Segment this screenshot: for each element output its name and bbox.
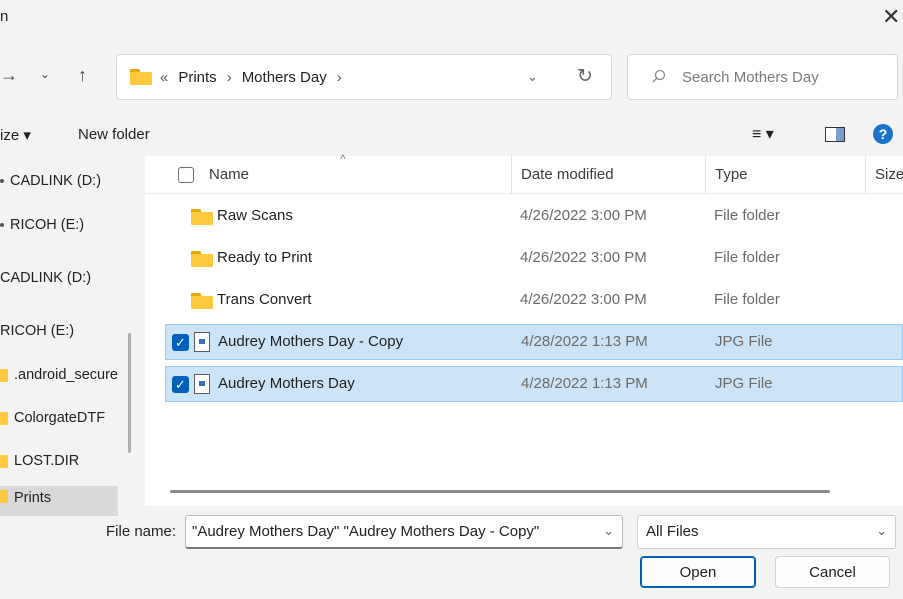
open-button[interactable]: Open xyxy=(640,556,756,588)
breadcrumb-mothers-day[interactable]: Mothers Day xyxy=(242,69,327,86)
sidebar-item-label: ColorgateDTF xyxy=(14,410,106,426)
close-icon[interactable]: ✕ xyxy=(882,6,900,28)
folder-icon xyxy=(0,454,8,468)
sort-ascending-icon: ^ xyxy=(340,152,346,166)
file-name: Audrey Mothers Day xyxy=(218,375,355,392)
column-name[interactable]: Name xyxy=(209,166,249,183)
sidebar-item-label: LOST.DIR xyxy=(14,453,80,469)
file-type: File folder xyxy=(714,207,780,224)
file-name-label: File name: xyxy=(106,523,177,540)
search-input[interactable]: Search Mothers Day xyxy=(682,69,819,86)
file-date: 4/28/2022 1:13 PM xyxy=(521,333,648,350)
chevron-down-icon[interactable]: ⌄ xyxy=(603,523,614,539)
sidebar-item-prints[interactable]: Prints xyxy=(0,490,51,508)
column-divider[interactable] xyxy=(705,156,706,194)
new-folder-button[interactable]: New folder xyxy=(78,126,150,143)
file-row-ready-to-print[interactable]: Ready to Print 4/26/2022 3:00 PM File fo… xyxy=(165,241,903,277)
sidebar-item-label: RICOH (E:) xyxy=(0,323,75,339)
file-name-value: "Audrey Mothers Day" "Audrey Mothers Day… xyxy=(192,523,540,540)
organize-button[interactable]: ize ▾ xyxy=(0,126,31,144)
sidebar-item-lost-dir[interactable]: LOST.DIR xyxy=(0,446,79,476)
breadcrumb-prints[interactable]: Prints xyxy=(178,69,216,86)
sidebar-scrollbar[interactable] xyxy=(128,333,131,453)
file-date: 4/26/2022 3:00 PM xyxy=(520,291,647,308)
file-type-filter[interactable]: All Files ⌄ xyxy=(637,515,896,549)
folder-icon xyxy=(191,293,213,309)
column-divider[interactable] xyxy=(511,156,512,194)
file-row-audrey[interactable]: ✓ Audrey Mothers Day 4/28/2022 1:13 PM J… xyxy=(165,366,903,402)
file-name: Raw Scans xyxy=(217,207,293,224)
file-type: JPG File xyxy=(715,375,773,392)
address-dropdown-icon[interactable]: ⌄ xyxy=(527,69,538,85)
address-bar[interactable]: « Prints › Mothers Day › ⌄ ↻ xyxy=(116,54,612,100)
sidebar-item-label: CADLINK (D:) xyxy=(0,270,92,286)
folder-icon xyxy=(191,251,213,267)
help-icon[interactable]: ? xyxy=(873,124,893,144)
file-name-field[interactable]: "Audrey Mothers Day" "Audrey Mothers Day… xyxy=(185,515,623,549)
sidebar-item-ricoh[interactable]: RICOH (E:) xyxy=(0,210,84,240)
column-header-row: ^ Name Date modified Type Size xyxy=(145,152,903,194)
file-row-audrey-copy[interactable]: ✓ Audrey Mothers Day - Copy 4/28/2022 1:… xyxy=(165,324,903,360)
folder-icon xyxy=(0,368,8,382)
search-box[interactable]: Search Mothers Day xyxy=(627,54,898,100)
sidebar-item-cadlink-2[interactable]: CADLINK (D:) xyxy=(0,263,91,293)
file-date: 4/26/2022 3:00 PM xyxy=(520,207,647,224)
cancel-button[interactable]: Cancel xyxy=(775,556,890,588)
refresh-icon[interactable]: ↻ xyxy=(577,65,593,88)
file-type: File folder xyxy=(714,291,780,308)
folder-icon xyxy=(191,209,213,225)
folder-icon xyxy=(130,69,152,85)
folder-icon xyxy=(0,490,8,503)
select-all-checkbox[interactable] xyxy=(178,167,194,183)
sidebar-item-cadlink[interactable]: CADLINK (D:) xyxy=(0,166,101,196)
image-file-icon xyxy=(194,332,210,352)
up-arrow-icon[interactable]: ↑ xyxy=(78,66,87,84)
checkbox-checked-icon[interactable]: ✓ xyxy=(172,376,189,393)
drive-icon xyxy=(0,223,4,227)
breadcrumb-separator: › xyxy=(226,68,232,86)
file-date: 4/26/2022 3:00 PM xyxy=(520,249,647,266)
back-arrow-icon[interactable]: → xyxy=(0,66,18,84)
file-list: ^ Name Date modified Type Size Raw Scans… xyxy=(145,152,903,506)
drive-icon xyxy=(0,179,4,183)
file-name: Ready to Print xyxy=(217,249,313,266)
window-title: n xyxy=(0,8,9,25)
column-divider[interactable] xyxy=(865,156,866,194)
file-date: 4/28/2022 1:13 PM xyxy=(521,375,648,392)
chevron-down-icon: ⌄ xyxy=(876,523,887,538)
sidebar-item-label: CADLINK (D:) xyxy=(10,173,102,189)
file-row-trans-convert[interactable]: Trans Convert 4/26/2022 3:00 PM File fol… xyxy=(165,283,903,319)
file-row-raw-scans[interactable]: Raw Scans 4/26/2022 3:00 PM File folder xyxy=(165,199,903,235)
sidebar-item-label: RICOH (E:) xyxy=(10,217,85,233)
search-icon xyxy=(652,69,666,83)
column-size[interactable]: Size xyxy=(875,166,903,183)
sidebar-item-colorgatedtf[interactable]: ColorgateDTF xyxy=(0,403,105,433)
view-options-icon[interactable]: ≡ ▾ xyxy=(752,124,774,144)
column-date-modified[interactable]: Date modified xyxy=(521,166,614,183)
sidebar-item-label: .android_secure xyxy=(14,367,118,383)
folder-icon xyxy=(0,411,8,425)
file-name: Trans Convert xyxy=(217,291,312,308)
breadcrumb-overflow[interactable]: « xyxy=(160,69,168,86)
file-name: Audrey Mothers Day - Copy xyxy=(218,333,404,350)
preview-pane-icon[interactable] xyxy=(825,127,845,142)
column-type[interactable]: Type xyxy=(715,166,748,183)
checkbox-checked-icon[interactable]: ✓ xyxy=(172,334,189,351)
image-file-icon xyxy=(194,374,210,394)
sidebar-item-label: Prints xyxy=(14,490,52,506)
breadcrumb-separator[interactable]: › xyxy=(337,69,342,86)
sidebar-item-ricoh-2[interactable]: RICOH (E:) xyxy=(0,316,74,346)
file-type-filter-value: All Files xyxy=(646,523,699,540)
sidebar-item-android-secure[interactable]: .android_secure xyxy=(0,360,118,390)
navigation-pane: CADLINK (D:) RICOH (E:) CADLINK (D:) RIC… xyxy=(0,156,118,516)
recent-locations-chevron-icon[interactable]: ⌄ xyxy=(40,68,50,80)
file-type: JPG File xyxy=(715,333,773,350)
horizontal-scrollbar[interactable] xyxy=(170,490,830,493)
file-type: File folder xyxy=(714,249,780,266)
